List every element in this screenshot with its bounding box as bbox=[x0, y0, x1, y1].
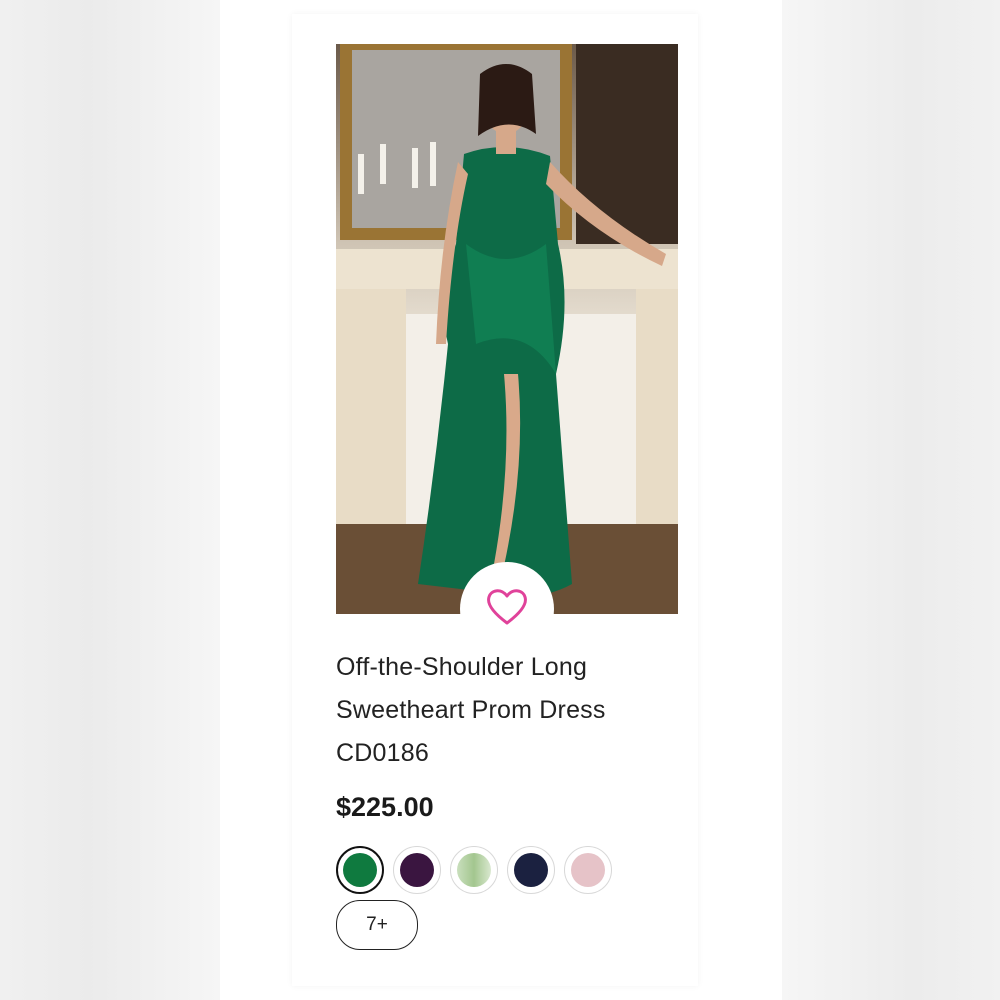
dress-photo-illustration bbox=[336, 44, 678, 614]
product-card[interactable]: Off-the-Shoulder Long Sweetheart Prom Dr… bbox=[292, 14, 698, 986]
product-title-line: Sweetheart Prom Dress bbox=[336, 696, 606, 724]
swatch-sage[interactable] bbox=[450, 846, 498, 894]
product-price: $225.00 bbox=[336, 792, 434, 822]
product-title[interactable]: Off-the-Shoulder Long Sweetheart Prom Dr… bbox=[336, 646, 666, 775]
screen-panel: Off-the-Shoulder Long Sweetheart Prom Dr… bbox=[220, 0, 782, 1000]
background-blur-right bbox=[780, 0, 1000, 1000]
swatch-navy[interactable] bbox=[507, 846, 555, 894]
background-blur-left bbox=[0, 0, 220, 1000]
swatch-emerald-dot bbox=[343, 853, 377, 887]
product-title-line: Off-the-Shoulder Long bbox=[336, 653, 588, 681]
swatch-blush-dot bbox=[571, 853, 605, 887]
product-image[interactable] bbox=[336, 44, 678, 614]
swatch-navy-dot bbox=[514, 853, 548, 887]
product-title-line: CD0186 bbox=[336, 739, 429, 767]
swatch-plum[interactable] bbox=[393, 846, 441, 894]
heart-icon bbox=[485, 587, 529, 632]
swatch-plum-dot bbox=[400, 853, 434, 887]
wishlist-button[interactable] bbox=[460, 562, 554, 656]
swatch-blush[interactable] bbox=[564, 846, 612, 894]
color-swatches bbox=[336, 846, 612, 894]
swatch-sage-dot bbox=[457, 853, 491, 887]
swatch-emerald[interactable] bbox=[336, 846, 384, 894]
more-colors-button[interactable]: 7+ bbox=[336, 900, 418, 950]
